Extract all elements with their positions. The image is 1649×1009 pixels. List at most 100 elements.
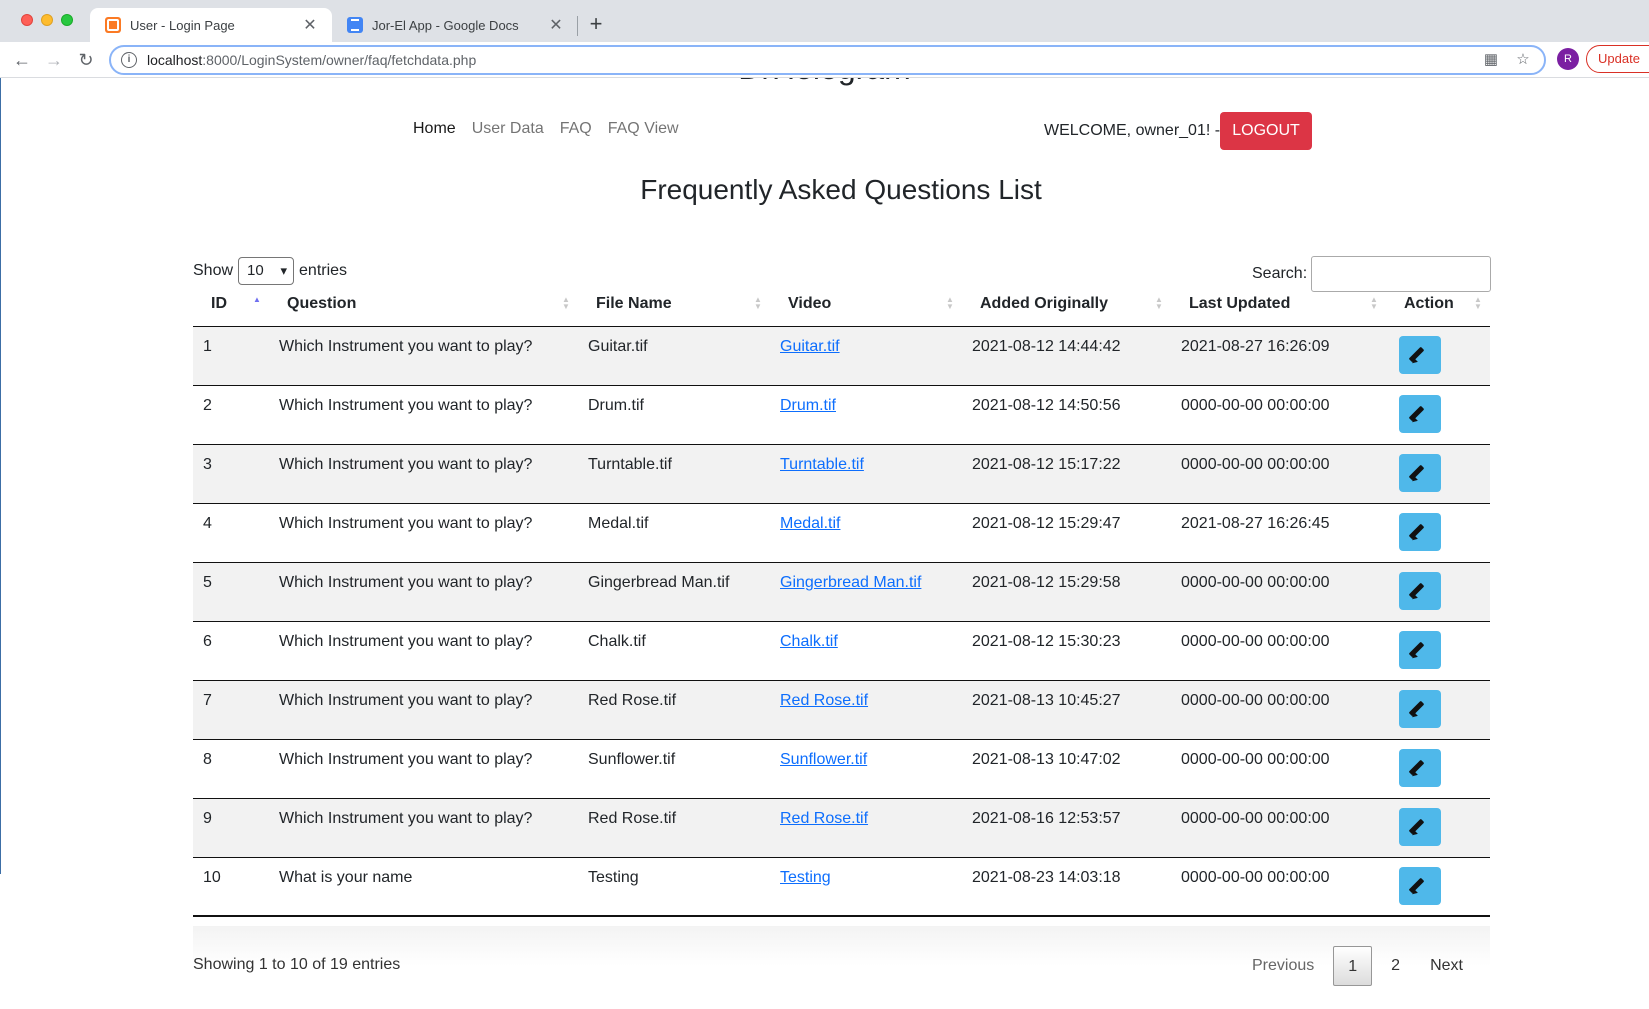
video-link[interactable]: Sunflower.tif (780, 751, 867, 768)
cell-id: 6 (193, 620, 269, 680)
cell-added-originally-text: 2021-08-13 10:47:02 (972, 750, 1121, 768)
cell-question-text: Which Instrument you want to play? (279, 337, 533, 355)
cell-question-text: Which Instrument you want to play? (279, 750, 533, 768)
video-link[interactable]: Red Rose.tif (780, 692, 868, 709)
video-link[interactable]: Gingerbread Man.tif (780, 574, 921, 591)
cell-video: Gingerbread Man.tif (770, 561, 962, 621)
cell-file-name: Sunflower.tif (578, 738, 770, 798)
welcome-text: WELCOME, owner_01! - (1044, 122, 1221, 139)
cell-file-name: Turntable.tif (578, 443, 770, 503)
pagination-page-2[interactable]: 2 (1376, 946, 1415, 986)
update-button[interactable]: Update (1586, 45, 1649, 73)
qr-code-icon[interactable]: ▦ (1480, 49, 1502, 71)
nav-faq-view[interactable]: FAQ View (600, 112, 687, 146)
cell-added-originally-text: 2021-08-12 15:29:47 (972, 514, 1121, 532)
tab-google-docs[interactable]: Jor-El App - Google Docs ✕ (332, 8, 578, 42)
cell-last-updated: 0000-00-00 00:00:00 (1171, 738, 1386, 798)
cell-video: Medal.tif (770, 502, 962, 562)
cell-action (1386, 856, 1490, 917)
info-icon[interactable]: i (121, 52, 137, 68)
nav-home[interactable]: Home (405, 112, 464, 146)
edit-pencil-icon[interactable] (1399, 807, 1441, 846)
entries-select[interactable]: 10 (238, 257, 295, 285)
url-text[interactable]: localhost:8000/LoginSystem/owner/faq/fet… (147, 52, 1480, 68)
edit-pencil-icon[interactable] (1399, 630, 1441, 669)
cell-added-originally-text: 2021-08-12 14:50:56 (972, 396, 1121, 414)
cell-question: Which Instrument you want to play? (269, 797, 578, 857)
column-header-added[interactable]: Added Originally ▲ ▼ (962, 282, 1171, 327)
column-header-file-name[interactable]: File Name ▲ ▼ (578, 282, 770, 327)
edit-pencil-icon[interactable] (1399, 335, 1441, 374)
video-link[interactable]: Testing (780, 869, 831, 886)
cell-video: Red Rose.tif (770, 797, 962, 857)
forward-arrow-icon[interactable]: → (42, 48, 66, 72)
column-header-video[interactable]: Video ▲ ▼ (770, 282, 962, 327)
star-icon[interactable]: ☆ (1512, 49, 1534, 71)
cell-id-text: 2 (203, 396, 212, 414)
logout-button[interactable]: LOGOUT (1220, 112, 1312, 150)
cell-question: Which Instrument you want to play? (269, 443, 578, 503)
minimize-window-button[interactable] (41, 14, 53, 26)
tab-user-login[interactable]: User - Login Page ✕ (90, 8, 332, 42)
video-link[interactable]: Red Rose.tif (780, 810, 868, 827)
length-suffix: entries (299, 262, 348, 279)
cell-added-originally-text: 2021-08-12 15:29:58 (972, 573, 1121, 591)
table-row: 7 Which Instrument you want to play? Red R… (193, 679, 1490, 739)
nav-faq[interactable]: FAQ (552, 112, 600, 146)
video-link[interactable]: Turntable.tif (780, 456, 864, 473)
cell-id-text: 4 (203, 514, 212, 532)
cell-last-updated: 0000-00-00 00:00:00 (1171, 443, 1386, 503)
reload-icon[interactable]: ↻ (74, 48, 98, 72)
nav-user-data[interactable]: User Data (464, 112, 552, 146)
cell-action (1386, 561, 1490, 621)
address-bar[interactable]: i localhost:8000/LoginSystem/owner/faq/f… (109, 45, 1546, 75)
header-label: File Name (596, 294, 672, 312)
sort-icon: ▲ ▼ (1474, 295, 1482, 311)
cell-question-text: Which Instrument you want to play? (279, 396, 533, 414)
table-row: 2 Which Instrument you want to play? Drum.… (193, 384, 1490, 444)
cell-last-updated: 0000-00-00 00:00:00 (1171, 384, 1386, 444)
cell-file-name-text: Turntable.tif (588, 455, 672, 473)
cell-question: Which Instrument you want to play? (269, 326, 578, 385)
profile-avatar[interactable]: R (1557, 48, 1579, 70)
column-header-updated[interactable]: Last Updated ▲ ▼ (1171, 282, 1386, 327)
column-header-question[interactable]: Question ▲ ▼ (269, 282, 578, 327)
cell-added-originally-text: 2021-08-23 14:03:18 (972, 868, 1121, 886)
pagination-next[interactable]: Next (1415, 946, 1478, 986)
edit-pencil-icon[interactable] (1399, 571, 1441, 610)
cell-action (1386, 679, 1490, 739)
pagination-previous[interactable]: Previous (1237, 946, 1329, 986)
back-arrow-icon[interactable]: ← (10, 48, 34, 72)
edit-pencil-icon[interactable] (1399, 512, 1441, 551)
edit-pencil-icon[interactable] (1399, 453, 1441, 492)
maximize-window-button[interactable] (61, 14, 73, 26)
cell-id: 8 (193, 738, 269, 798)
cell-question-text: Which Instrument you want to play? (279, 809, 533, 827)
cell-id-text: 8 (203, 750, 212, 768)
video-link[interactable]: Chalk.tif (780, 633, 838, 650)
cell-file-name: Testing (578, 856, 770, 917)
close-icon[interactable]: ✕ (546, 15, 566, 35)
pagination-page-1[interactable]: 1 (1333, 946, 1373, 986)
column-header-id[interactable]: ID ▲ (193, 282, 269, 327)
column-header-action[interactable]: Action ▲ ▼ (1386, 282, 1490, 327)
edit-pencil-icon[interactable] (1399, 866, 1441, 905)
video-link[interactable]: Medal.tif (780, 515, 840, 532)
tab-title: User - Login Page (130, 17, 235, 33)
edit-pencil-icon[interactable] (1399, 748, 1441, 787)
new-tab-icon[interactable]: + (583, 12, 609, 38)
cell-file-name: Guitar.tif (578, 326, 770, 385)
video-link[interactable]: Drum.tif (780, 397, 836, 414)
cell-id: 3 (193, 443, 269, 503)
video-link[interactable]: Guitar.tif (780, 338, 840, 355)
edit-pencil-icon[interactable] (1399, 394, 1441, 433)
edit-pencil-icon[interactable] (1399, 689, 1441, 728)
cell-last-updated: 0000-00-00 00:00:00 (1171, 856, 1386, 917)
cell-question-text: Which Instrument you want to play? (279, 691, 533, 709)
cell-video: Sunflower.tif (770, 738, 962, 798)
cell-added-originally-text: 2021-08-16 12:53:57 (972, 809, 1121, 827)
cell-id-text: 7 (203, 691, 212, 709)
cell-file-name: Gingerbread Man.tif (578, 561, 770, 621)
close-window-button[interactable] (21, 14, 33, 26)
close-icon[interactable]: ✕ (300, 15, 320, 35)
